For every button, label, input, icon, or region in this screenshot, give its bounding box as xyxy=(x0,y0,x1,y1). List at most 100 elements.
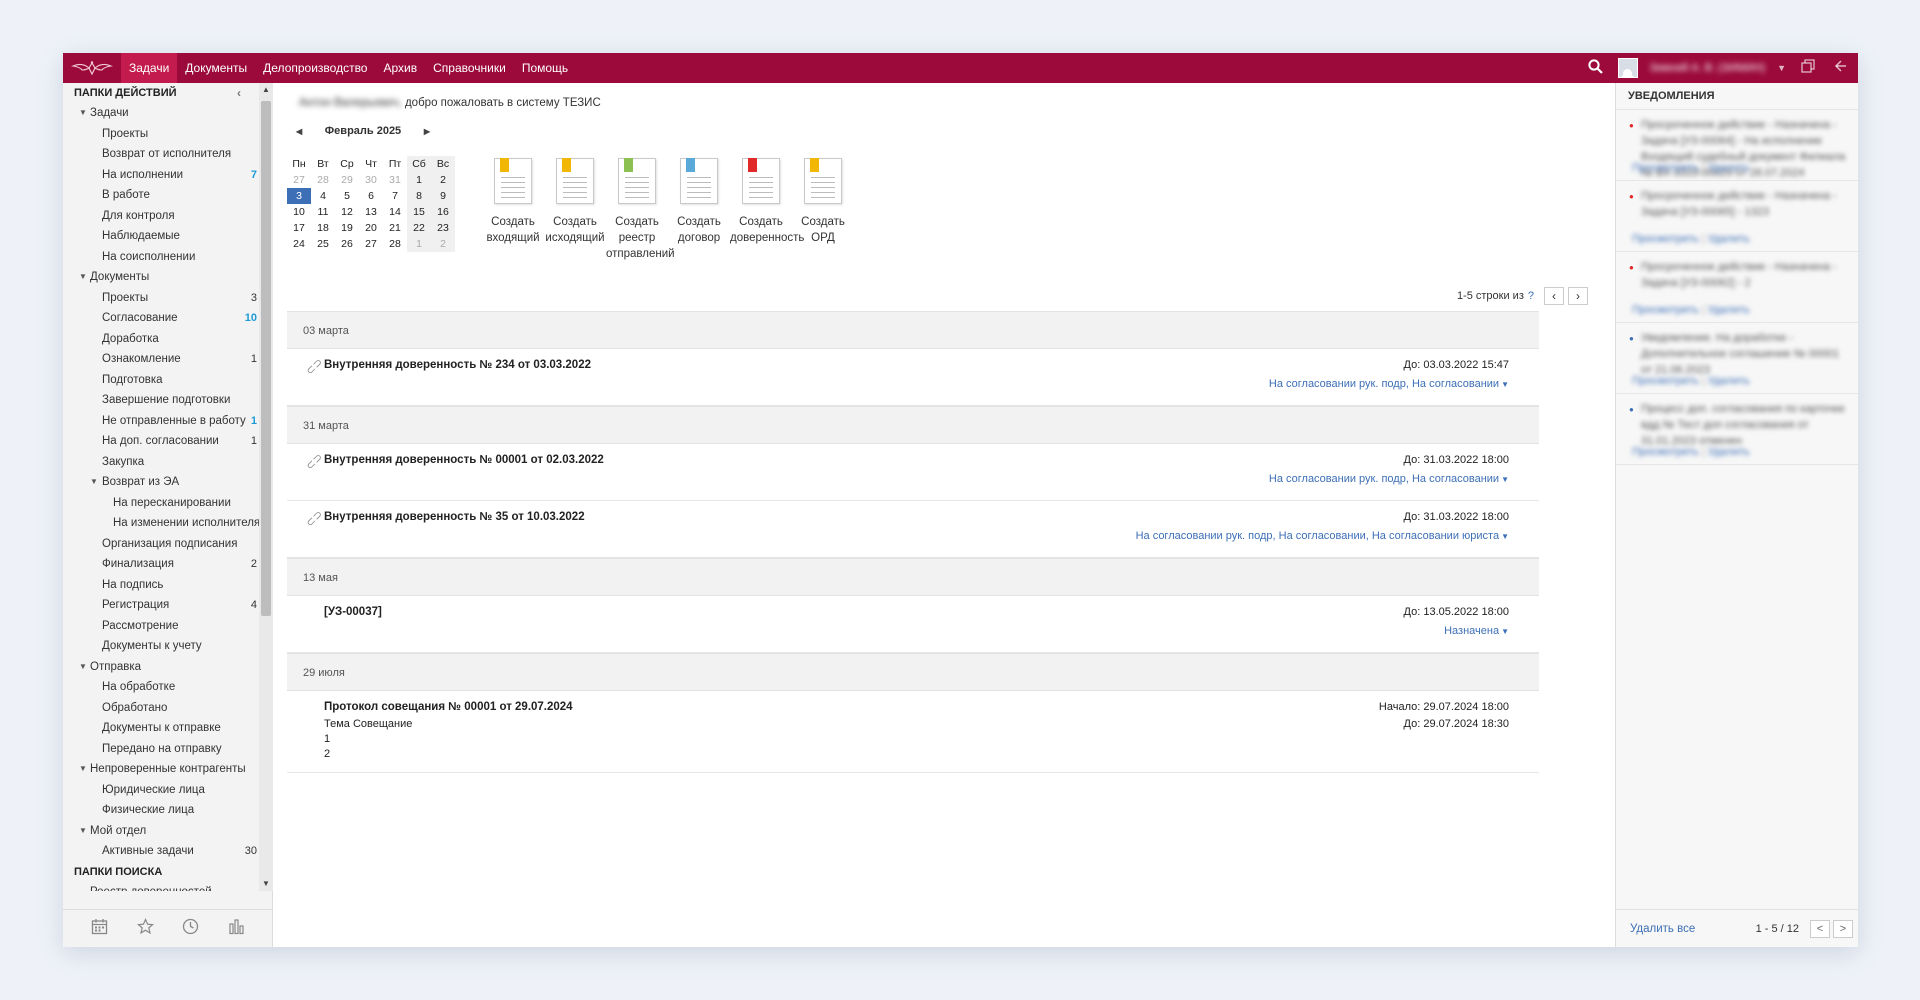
calendar-day[interactable]: 8 xyxy=(407,188,431,204)
sidebar-folder-item[interactable]: ▼ Задачи xyxy=(63,103,259,124)
notification-card[interactable]: ● Просроченное действие - Назначена - Зад… xyxy=(1616,109,1858,180)
calendar-day[interactable]: 28 xyxy=(311,172,335,188)
task-title[interactable]: [УЗ-00037] xyxy=(324,606,382,618)
notification-delete-link[interactable]: Удалить xyxy=(1708,233,1750,245)
calendar-prev-month-icon[interactable]: ◀ xyxy=(288,127,310,136)
notification-card[interactable]: ● Просроченное действие - Назначена - Зад… xyxy=(1616,251,1858,322)
notification-view-link[interactable]: Просмотреть xyxy=(1632,162,1699,174)
pager-next-button[interactable]: › xyxy=(1568,287,1588,305)
menu-item[interactable]: Документы xyxy=(177,53,255,83)
task-title[interactable]: Внутренняя доверенность № 234 от 03.03.2… xyxy=(324,359,591,371)
calendar-day[interactable]: 31 xyxy=(383,172,407,188)
sidebar-folder-item[interactable]: Рассмотрение xyxy=(63,616,259,637)
calendar-day[interactable]: 27 xyxy=(359,236,383,252)
star-icon[interactable] xyxy=(136,917,154,940)
calendar-day[interactable]: 23 xyxy=(431,220,455,236)
calendar-day[interactable]: 12 xyxy=(335,204,359,220)
calendar-day[interactable]: 2 xyxy=(431,172,455,188)
task-status-dropdown[interactable]: На согласовании рук. подр, На согласован… xyxy=(1136,530,1509,542)
expand-toggle-icon[interactable]: ▼ xyxy=(79,759,87,780)
notification-text[interactable]: Процесс доп. согласования по карточке вд… xyxy=(1641,401,1851,449)
quick-action-button[interactable]: Создать реестр отправлений xyxy=(606,158,675,262)
calendar-day[interactable]: 10 xyxy=(287,204,311,220)
calendar-day[interactable]: 14 xyxy=(383,204,407,220)
calendar-day[interactable]: 16 xyxy=(431,204,455,220)
task-title[interactable]: Внутренняя доверенность № 00001 от 02.03… xyxy=(324,454,604,466)
calendar-day[interactable]: 26 xyxy=(335,236,359,252)
sidebar-folder-item[interactable]: Обработано xyxy=(63,698,259,719)
sidebar-folder-item[interactable]: Не отправленные в работу 1 xyxy=(63,411,259,432)
task-status-dropdown[interactable]: На согласовании рук. подр, На согласован… xyxy=(1269,378,1509,390)
sidebar-folder-item[interactable]: На подпись xyxy=(63,575,259,596)
calendar-day[interactable]: 5 xyxy=(335,188,359,204)
user-menu-chevron-down-icon[interactable]: ▼ xyxy=(1777,63,1786,73)
sidebar-folder-item[interactable]: На соисполнении xyxy=(63,247,259,268)
notification-text[interactable]: Просроченное действие - Назначена - Зада… xyxy=(1641,188,1851,220)
calendar-day[interactable]: 7 xyxy=(383,188,407,204)
sidebar-folder-item[interactable]: На пересканировании xyxy=(63,493,259,514)
calendar-day[interactable]: 18 xyxy=(311,220,335,236)
calendar-day[interactable]: 4 xyxy=(311,188,335,204)
sidebar-folder-item[interactable]: ▼ Документы xyxy=(63,267,259,288)
search-icon[interactable] xyxy=(1586,58,1606,78)
task-status-dropdown[interactable]: На согласовании рук. подр, На согласован… xyxy=(1269,473,1509,485)
sidebar-folder-item[interactable]: Наблюдаемые xyxy=(63,226,259,247)
sidebar-folder-item[interactable]: Активные задачи 30 xyxy=(63,841,259,862)
notification-delete-link[interactable]: Удалить xyxy=(1708,375,1750,387)
sidebar-folder-item[interactable]: Проекты xyxy=(63,124,259,145)
new-window-icon[interactable] xyxy=(1798,59,1818,77)
sidebar-folder-item[interactable]: Согласование 10 xyxy=(63,308,259,329)
notification-delete-link[interactable]: Удалить xyxy=(1708,446,1750,458)
calendar-day[interactable]: 2 xyxy=(431,236,455,252)
expand-toggle-icon[interactable]: ▼ xyxy=(79,103,87,124)
calendar-day[interactable]: 19 xyxy=(335,220,359,236)
task-entry[interactable]: ⊂⊃ Внутренняя доверенность № 234 от 03.03… xyxy=(287,349,1539,406)
calendar-day[interactable]: 6 xyxy=(359,188,383,204)
notifications-next-button[interactable]: > xyxy=(1833,919,1853,938)
sidebar-folder-item[interactable]: ▼ Возврат из ЭА xyxy=(63,472,259,493)
user-name[interactable]: Зимний А. В. (ЗИМИН) xyxy=(1650,62,1766,74)
pager-prev-button[interactable]: ‹ xyxy=(1544,287,1564,305)
app-logo[interactable] xyxy=(63,53,121,83)
menu-item[interactable]: Помощь xyxy=(514,53,576,83)
calendar-icon[interactable] xyxy=(91,918,108,940)
scroll-down-arrow-icon[interactable]: ▼ xyxy=(259,877,273,891)
sidebar-folder-item[interactable]: Регистрация 4 xyxy=(63,595,259,616)
sidebar-folder-item[interactable]: На изменении исполнителя xyxy=(63,513,259,534)
menu-item[interactable]: Задачи xyxy=(121,53,178,83)
calendar-day[interactable]: 9 xyxy=(431,188,455,204)
notification-view-link[interactable]: Просмотреть xyxy=(1632,375,1699,387)
calendar-day[interactable]: 22 xyxy=(407,220,431,236)
sidebar-folder-item[interactable]: На обработке xyxy=(63,677,259,698)
history-clock-icon[interactable] xyxy=(182,918,199,940)
quick-action-button[interactable]: Создать ОРД xyxy=(792,158,854,262)
sidebar-folder-item[interactable]: ▼ Непроверенные контрагенты xyxy=(63,759,259,780)
scrollbar-thumb[interactable] xyxy=(261,101,271,616)
notification-delete-link[interactable]: Удалить xyxy=(1708,162,1750,174)
notification-card[interactable]: ● Процесс доп. согласования по карточке в… xyxy=(1616,393,1858,464)
sidebar-folder-item[interactable]: Для контроля xyxy=(63,206,259,227)
sidebar-folder-item[interactable]: Финализация 2 xyxy=(63,554,259,575)
sidebar-folder-item[interactable]: Организация подписания xyxy=(63,534,259,555)
expand-toggle-icon[interactable]: ▼ xyxy=(90,472,98,493)
quick-action-button[interactable]: Создать договор xyxy=(668,158,730,262)
quick-action-button[interactable]: Создать доверенность xyxy=(730,158,804,262)
sidebar-folder-item[interactable]: ▼ Мой отдел xyxy=(63,821,259,842)
task-title[interactable]: Протокол совещания № 00001 от 29.07.2024 xyxy=(324,701,573,713)
notification-view-link[interactable]: Просмотреть xyxy=(1632,304,1699,316)
sidebar-folder-item[interactable]: Юридические лица xyxy=(63,780,259,801)
notification-card[interactable]: ● Уведомление. На доработке - Дополнитель… xyxy=(1616,322,1858,393)
sidebar-folder-item[interactable]: Документы к отправке xyxy=(63,718,259,739)
notification-card[interactable]: ● Просроченное действие - Назначена - Зад… xyxy=(1616,180,1858,251)
notification-view-link[interactable]: Просмотреть xyxy=(1632,233,1699,245)
notification-delete-link[interactable]: Удалить xyxy=(1708,304,1750,316)
sidebar-folder-item[interactable]: Завершение подготовки xyxy=(63,390,259,411)
notification-text[interactable]: Просроченное действие - Назначена - Зада… xyxy=(1641,259,1851,291)
logout-icon[interactable] xyxy=(1830,59,1850,77)
sidebar-folder-item[interactable]: Передано на отправку xyxy=(63,739,259,760)
sidebar-folder-item[interactable]: Возврат от исполнителя xyxy=(63,144,259,165)
menu-item[interactable]: Справочники xyxy=(425,53,514,83)
calendar-day[interactable]: 21 xyxy=(383,220,407,236)
pager-help-link[interactable]: ? xyxy=(1528,290,1534,302)
sidebar-folder-item[interactable]: Физические лица xyxy=(63,800,259,821)
